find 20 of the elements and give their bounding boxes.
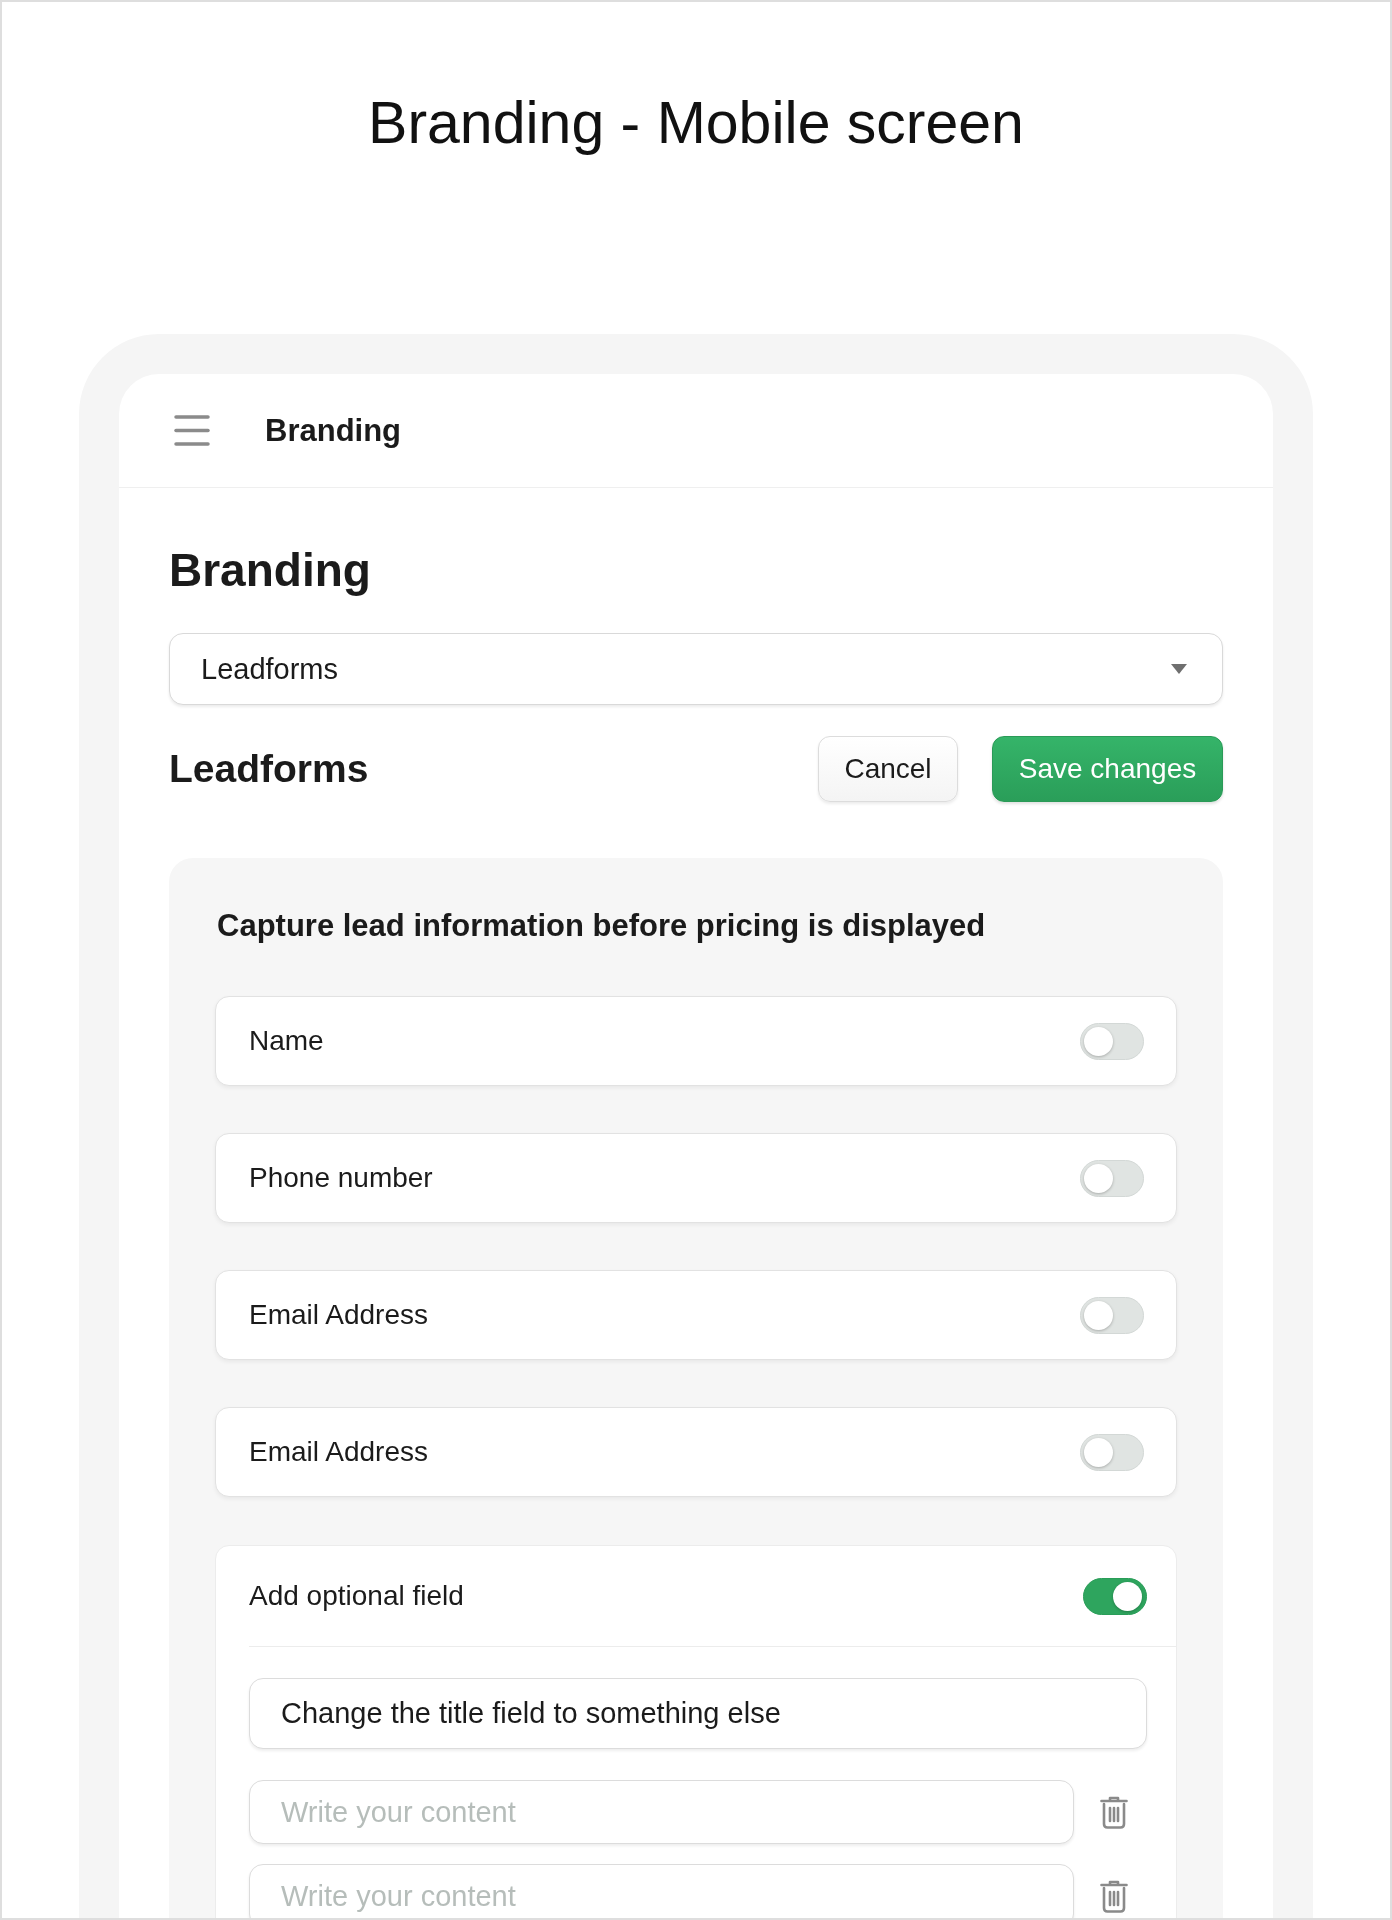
caret-icon <box>1171 664 1187 674</box>
field-label: Add optional field <box>249 1579 464 1613</box>
field-label: Phone number <box>249 1161 433 1195</box>
page-title: Branding - Mobile screen <box>368 89 1024 158</box>
menu-icon[interactable] <box>174 415 210 446</box>
app-bar-title: Branding <box>265 411 402 450</box>
section-heading: Leadforms <box>169 746 369 792</box>
trash-icon[interactable] <box>1100 1795 1128 1829</box>
trash-icon[interactable] <box>1100 1879 1128 1913</box>
title-input[interactable]: Change the title field to something else <box>249 1678 1147 1749</box>
field-label: Email Address <box>249 1435 428 1469</box>
card-title: Capture lead information before pricing is displayed <box>217 908 986 944</box>
page-heading: Branding <box>169 543 371 598</box>
content-input[interactable]: Write your content <box>249 1864 1074 1918</box>
field-label: Name <box>249 1024 324 1058</box>
section-select[interactable]: Leadforms <box>169 633 1223 705</box>
cancel-button[interactable]: Cancel <box>818 736 958 802</box>
toggle-switch[interactable] <box>1083 1577 1147 1615</box>
content-input[interactable]: Write your content <box>249 1780 1074 1844</box>
field-label: Email Address <box>249 1298 428 1332</box>
